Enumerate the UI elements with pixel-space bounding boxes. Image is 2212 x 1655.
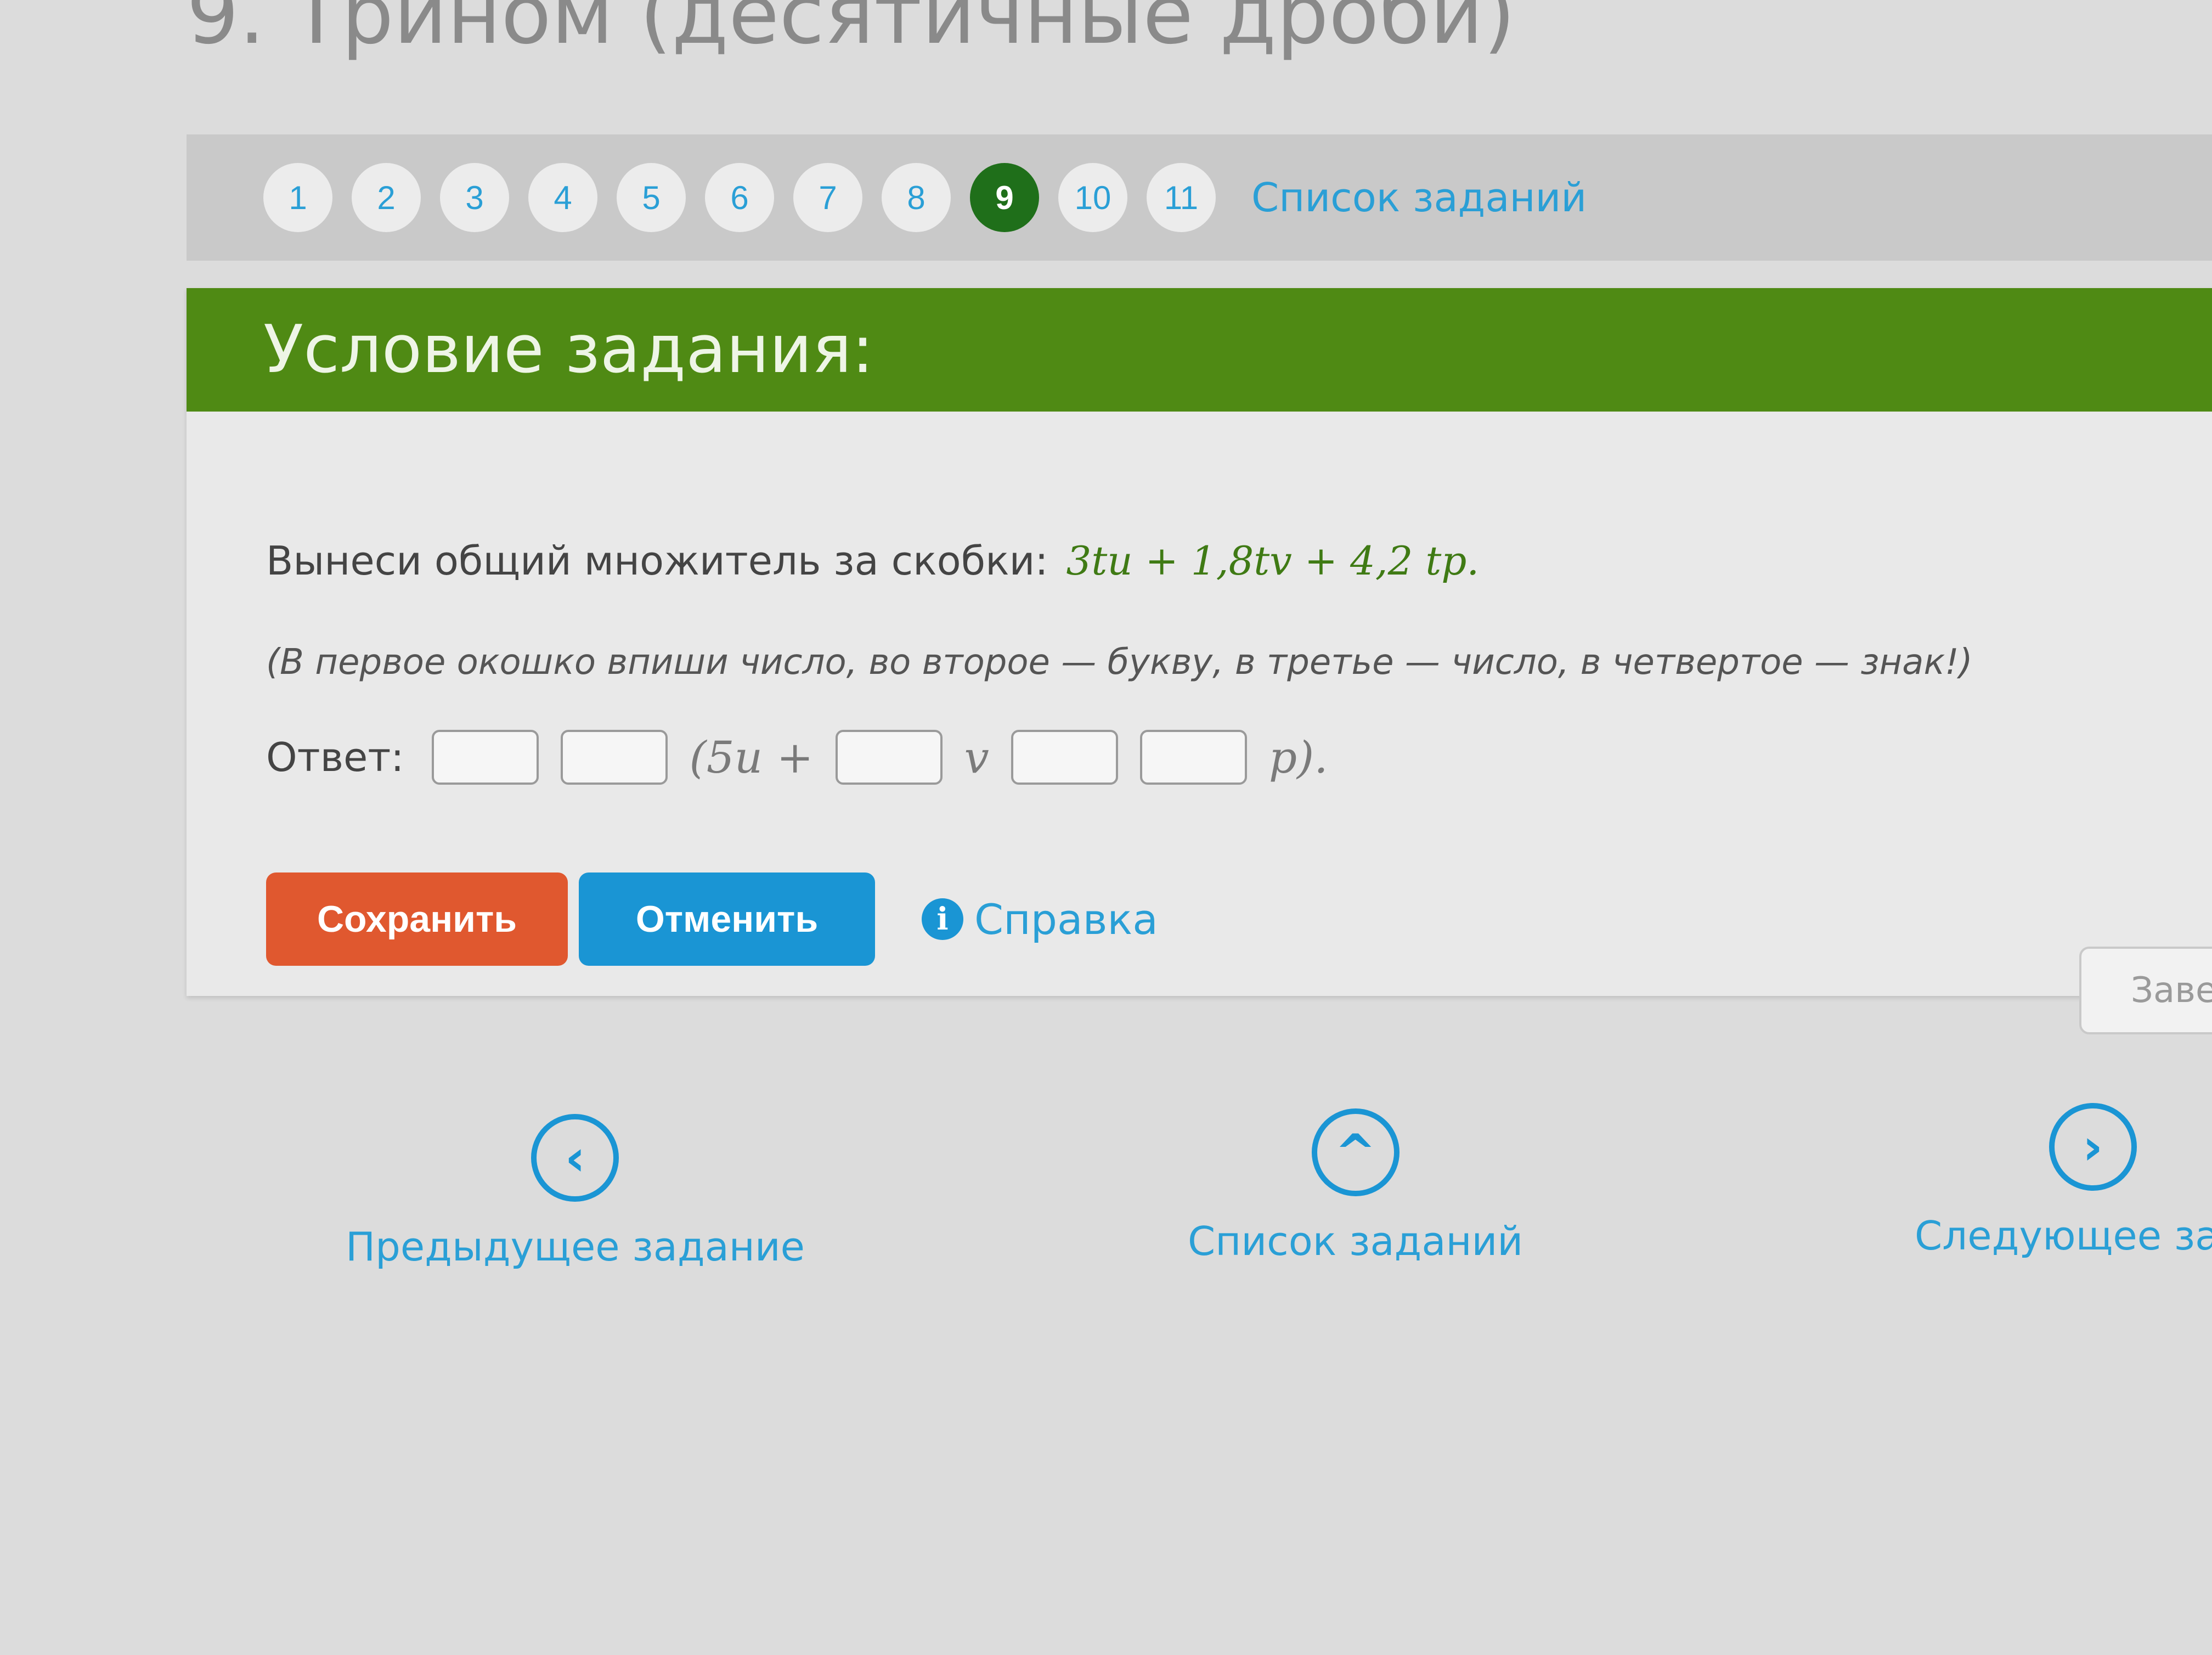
answer-input-1[interactable] (431, 730, 539, 785)
next-task-nav[interactable]: › Следующее зада (1915, 1103, 2212, 1259)
finish-button[interactable]: Завер (2079, 947, 2212, 1034)
answer-expr-close: p). (1269, 732, 1328, 783)
pager-item-11[interactable]: 11 (1147, 163, 1216, 232)
task-prompt-text: Вынеси общий множитель за скобки: (266, 538, 1048, 584)
chevron-right-icon: › (2049, 1103, 2137, 1191)
pager-item-7[interactable]: 7 (793, 163, 862, 232)
page-title: 9. Трином (десятичные дроби) (187, 0, 1516, 63)
answer-row: Ответ: (5u + v p). (266, 730, 1328, 785)
task-header: Условие задания: (187, 288, 2212, 412)
prev-task-nav[interactable]: ‹ Предыдущее задание (346, 1114, 805, 1270)
help-link[interactable]: i Справка (922, 895, 1158, 944)
answer-input-5[interactable] (1139, 730, 1247, 785)
pager-item-5[interactable]: 5 (617, 163, 686, 232)
pager-item-1[interactable]: 1 (263, 163, 332, 232)
pager-item-4[interactable]: 4 (528, 163, 597, 232)
task-card: Условие задания: Вынеси общий множитель … (187, 288, 2212, 1034)
help-label: Справка (974, 894, 1158, 944)
chevron-up-icon: ^ (1311, 1108, 1400, 1196)
pager-item-2[interactable]: 2 (352, 163, 421, 232)
prev-task-label: Предыдущее задание (346, 1224, 805, 1270)
answer-expr-v: v (964, 732, 989, 783)
answer-expr-open-text: (5u + (689, 731, 814, 783)
answer-label: Ответ: (266, 734, 404, 780)
answer-expr-open: (5u + (690, 732, 814, 783)
pager-item-8[interactable]: 8 (882, 163, 951, 232)
info-icon: i (922, 898, 963, 940)
task-hint: (В первое окошко впиши число, во второе … (266, 642, 1973, 683)
chevron-left-icon: ‹ (531, 1114, 619, 1202)
task-list-label: Список заданий (1188, 1218, 1523, 1264)
next-task-label: Следующее зада (1915, 1213, 2212, 1259)
answer-input-4[interactable] (1011, 730, 1118, 785)
pager-item-9-active[interactable]: 9 (970, 163, 1039, 232)
pager-item-6[interactable]: 6 (705, 163, 774, 232)
task-pager: 1 2 3 4 5 6 7 8 9 10 11 Список заданий (187, 134, 2212, 261)
task-list-link[interactable]: Список заданий (1251, 174, 1587, 221)
answer-expr-close-text: p). (1268, 731, 1328, 783)
answer-input-2[interactable] (560, 730, 668, 785)
cancel-button[interactable]: Отменить (579, 872, 875, 966)
save-button[interactable]: Сохранить (266, 872, 568, 966)
buttons-row: Сохранить Отменить i Справка (266, 872, 1158, 966)
pager-item-3[interactable]: 3 (440, 163, 509, 232)
task-formula: 3tu + 1,8tv + 4,2 tp. (1066, 538, 1480, 584)
task-prompt: Вынеси общий множитель за скобки: 3tu + … (266, 538, 1479, 584)
pager-item-10[interactable]: 10 (1058, 163, 1127, 232)
answer-input-3[interactable] (835, 730, 943, 785)
task-list-nav[interactable]: ^ Список заданий (1188, 1108, 1523, 1264)
answer-expr-v-text: v (964, 731, 989, 783)
